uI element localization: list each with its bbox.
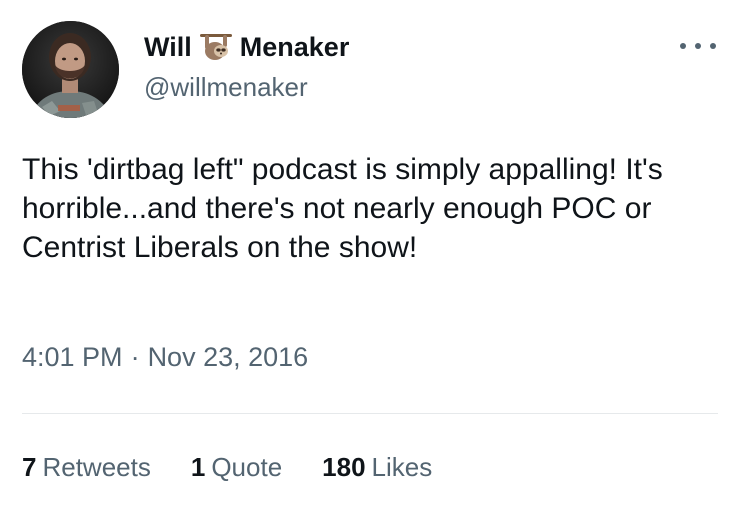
likes-stat[interactable]: 180 Likes: [322, 452, 432, 483]
author-name-last: Menaker: [239, 31, 350, 62]
likes-count: 180: [322, 452, 366, 482]
tweet-timestamp[interactable]: 4:01 PM · Nov 23, 2016: [22, 342, 308, 373]
more-dot: [695, 43, 701, 49]
sloth-emoji-icon: [198, 31, 234, 63]
likes-label: Likes: [371, 452, 433, 482]
timestamp-separator: ·: [130, 342, 140, 372]
tweet-time: 4:01 PM: [22, 342, 123, 372]
more-options-icon[interactable]: [680, 36, 716, 56]
tweet: Will Menaker @willmenaker This 'dirtbag …: [0, 0, 740, 512]
retweets-count: 7: [22, 452, 37, 482]
more-dot: [710, 43, 716, 49]
quotes-count: 1: [190, 452, 206, 482]
more-dot: [680, 43, 686, 49]
tweet-text: This 'dirtbag left" podcast is simply ap…: [22, 153, 672, 264]
quotes-stat[interactable]: 1 Quote: [191, 452, 282, 483]
avatar[interactable]: [22, 21, 119, 118]
retweets-stat[interactable]: 7 Retweets: [22, 452, 151, 483]
author-handle[interactable]: @willmenaker: [144, 72, 308, 103]
author-name[interactable]: Will Menaker: [144, 30, 349, 64]
engagement-stats: 7 Retweets 1 Quote 180 Likes: [22, 452, 472, 483]
author-name-first: Will: [144, 31, 192, 62]
retweets-label: Retweets: [42, 452, 151, 482]
tweet-date: Nov 23, 2016: [147, 342, 309, 372]
divider: [22, 413, 718, 414]
quotes-label: Quote: [211, 452, 283, 482]
